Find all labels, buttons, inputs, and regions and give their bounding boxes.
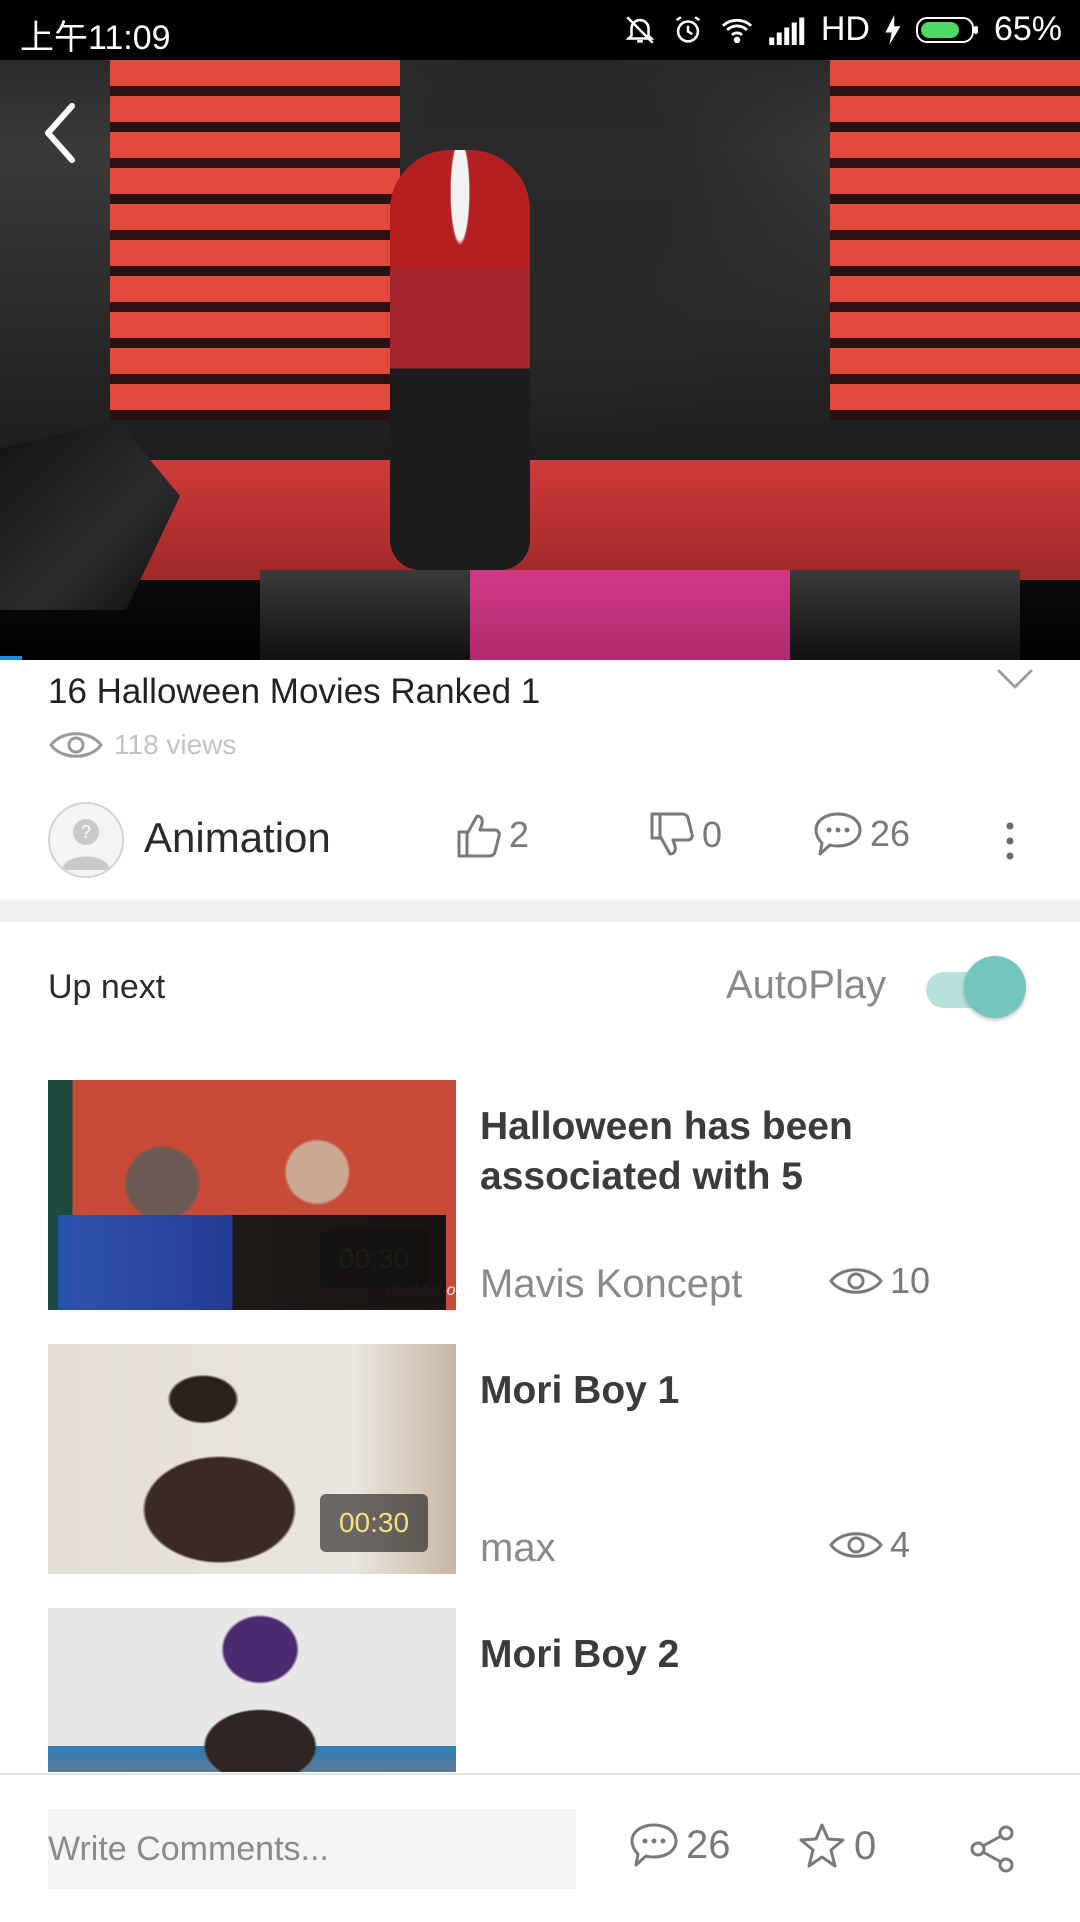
comment-icon [630, 1823, 678, 1867]
dislikes-count: 0 [702, 814, 723, 855]
more-vertical-icon [1006, 822, 1014, 860]
stage-backdrop-left [110, 60, 400, 420]
list-item[interactable]: 00:30 Mori Boy 1 max 4 [48, 1344, 1038, 1574]
comment-icon [814, 812, 862, 856]
comments-button[interactable]: 26 [812, 810, 910, 858]
list-item[interactable]: 00:30 VivaVideo Halloween has been assoc… [48, 1080, 1038, 1310]
views-count: 4 [890, 1524, 911, 1565]
video-title: 16 Halloween Movies Ranked 1 [48, 672, 541, 711]
stage-backdrop-right [830, 60, 1080, 420]
mute-vibrate-icon [623, 13, 657, 47]
views-text: 118 views [114, 729, 237, 760]
video-player[interactable] [0, 60, 1080, 660]
autoplay-knob [964, 956, 1026, 1018]
share-icon [970, 1825, 1014, 1873]
more-options-button[interactable] [998, 806, 1022, 876]
item-author: max [480, 1526, 556, 1570]
autoplay-label: AutoPlay [726, 963, 887, 1007]
item-views: 10 [828, 1260, 930, 1302]
eye-icon [829, 1268, 883, 1294]
back-button[interactable] [38, 98, 88, 168]
duration-badge: 00:30 [320, 1494, 428, 1552]
video-views: 118 views [48, 726, 236, 764]
favorite-button[interactable]: 0 [796, 1821, 876, 1871]
signal-icon [769, 15, 807, 45]
duration-badge: 00:30 [320, 1230, 428, 1288]
channel-name[interactable]: Animation [144, 814, 331, 862]
list-item[interactable]: Mori Boy 2 [48, 1608, 1038, 1772]
comment-input[interactable] [48, 1809, 576, 1889]
status-time: 上午11:09 [20, 19, 171, 57]
battery-percent: 65% [993, 10, 1062, 48]
watermark: VivaVideo [384, 1282, 456, 1299]
eye-icon [829, 1532, 883, 1558]
alarm-icon [671, 13, 705, 47]
chevron-left-icon [45, 103, 75, 163]
video-thumbnail[interactable]: 00:30 [48, 1344, 456, 1574]
video-progress[interactable] [0, 656, 22, 660]
charging-icon [884, 14, 902, 45]
up-next-label: Up next [48, 968, 166, 1006]
battery-icon [915, 15, 980, 45]
stage-speaker [0, 420, 180, 610]
status-icons: HD 65% [623, 10, 1062, 49]
collapse-button[interactable] [995, 665, 1035, 695]
item-title[interactable]: Mori Boy 2 [480, 1630, 1020, 1680]
item-views: 4 [828, 1524, 910, 1566]
performer [390, 150, 530, 570]
views-count: 10 [890, 1260, 931, 1301]
stage-carpet [470, 570, 790, 660]
favorites-count: 0 [854, 1823, 877, 1868]
likes-count: 2 [509, 814, 530, 855]
bottom-bar: 26 0 [0, 1773, 1080, 1922]
channel-row: ? Animation 2 0 26 [48, 802, 1038, 878]
autoplay-toggle[interactable] [926, 956, 1026, 1018]
comments-shortcut[interactable]: 26 [628, 1821, 731, 1869]
like-button[interactable]: 2 [453, 810, 529, 860]
user-icon: ? [62, 819, 110, 870]
item-author: Mavis Koncept [480, 1262, 743, 1306]
status-bar: 上午11:09 HD 65% [0, 0, 1080, 60]
star-icon [799, 1823, 845, 1868]
item-title[interactable]: Halloween has been associated with 5 [480, 1102, 1020, 1202]
section-divider [0, 900, 1080, 922]
item-title[interactable]: Mori Boy 1 [480, 1366, 1020, 1416]
network-type: HD [820, 10, 870, 48]
thumbs-up-icon [457, 814, 501, 858]
thumbs-down-icon [650, 812, 694, 856]
chevron-down-icon [997, 669, 1033, 689]
wifi-icon [719, 13, 755, 47]
share-button[interactable] [966, 1823, 1018, 1875]
comments-count: 26 [870, 813, 911, 854]
comments-count: 26 [686, 1822, 731, 1867]
dislike-button[interactable]: 0 [646, 810, 722, 860]
avatar[interactable]: ? [48, 802, 124, 878]
svg-text:?: ? [81, 822, 91, 842]
eye-icon [49, 732, 103, 758]
up-next-list: 00:30 VivaVideo Halloween has been assoc… [0, 1076, 1080, 1772]
video-thumbnail[interactable] [48, 1608, 456, 1772]
video-thumbnail[interactable]: 00:30 VivaVideo [48, 1080, 456, 1310]
